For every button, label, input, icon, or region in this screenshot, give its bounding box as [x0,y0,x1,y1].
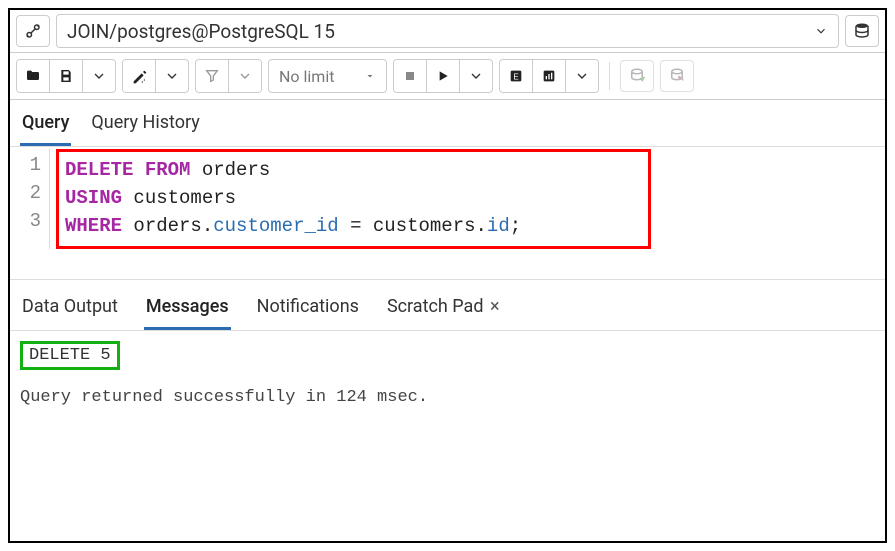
analyze-dropdown[interactable] [565,60,598,92]
connection-selector[interactable]: JOIN/postgres@PostgreSQL 15 [56,14,839,48]
delete-count-highlight: DELETE 5 [20,341,120,370]
sql-table: customers [133,187,236,209]
sql-column: id [487,215,510,237]
database-icon-button[interactable] [845,15,879,47]
highlighted-query-box: DELETE FROM orders USING customers WHERE… [56,149,651,249]
tab-scratch-pad[interactable]: Scratch Pad × [385,290,502,330]
sql-keyword: USING [65,187,122,209]
query-status-line: Query returned successfully in 124 msec. [20,388,875,407]
execute-dropdown[interactable] [459,60,492,92]
explain-button[interactable]: E [500,60,532,92]
rollback-button[interactable] [660,60,694,92]
line-number: 1 [14,151,41,179]
sql-table: orders [202,159,270,181]
commit-button[interactable] [620,60,654,92]
edit-dropdown[interactable] [155,60,188,92]
sql-keyword: WHERE [65,215,122,237]
sql-semicolon: ; [510,215,521,237]
sql-table: customers [373,215,476,237]
messages-panel: DELETE 5 Query returned successfully in … [10,331,885,417]
line-gutter: 1 2 3 [10,149,50,249]
line-number: 3 [14,207,41,235]
open-file-button[interactable] [17,60,49,92]
row-limit-label: No limit [279,67,334,86]
caret-down-icon [364,67,376,86]
connection-icon[interactable] [16,15,50,47]
edit-magic-button[interactable] [123,60,155,92]
save-dropdown[interactable] [82,60,115,92]
sql-table: orders [133,215,201,237]
execute-button[interactable] [426,60,459,92]
analyze-button[interactable] [532,60,565,92]
svg-text:E: E [514,72,519,81]
sql-keyword: FROM [145,159,191,181]
save-button[interactable] [49,60,82,92]
tab-query-history[interactable]: Query History [89,106,201,146]
sql-editor[interactable]: 1 2 3 DELETE FROM orders USING customers… [10,147,885,249]
tab-data-output[interactable]: Data Output [20,290,120,330]
sql-column: customer_id [213,215,338,237]
sql-keyword: DELETE [65,159,133,181]
toolbar-divider [609,62,610,90]
sql-op: = [339,215,373,237]
stop-button[interactable] [394,60,426,92]
filter-button[interactable] [196,60,228,92]
filter-dropdown[interactable] [228,60,261,92]
row-limit-selector[interactable]: No limit [268,59,387,93]
tab-messages[interactable]: Messages [144,290,231,330]
tab-query[interactable]: Query [20,106,71,146]
line-number: 2 [14,179,41,207]
close-icon[interactable]: × [490,296,500,317]
connection-label: JOIN/postgres@PostgreSQL 15 [67,20,335,43]
chevron-down-icon [814,20,828,43]
tab-notifications[interactable]: Notifications [255,290,361,330]
